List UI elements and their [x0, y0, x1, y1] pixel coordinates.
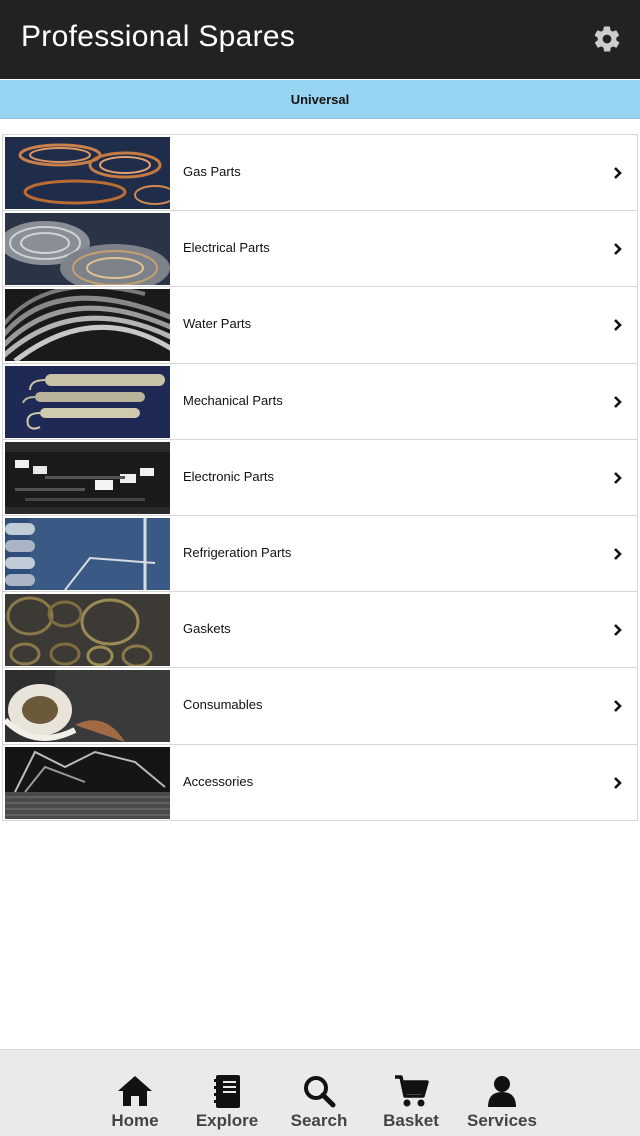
water-parts-thumbnail	[5, 289, 170, 362]
tab-basket[interactable]: Basket	[366, 1050, 456, 1136]
electronic-parts-thumbnail	[5, 441, 170, 514]
category-list: Gas Parts Electrical Parts Water Parts M…	[2, 134, 638, 821]
tab-label: Services	[467, 1111, 537, 1130]
tab-label: Explore	[195, 1111, 259, 1130]
gas-parts-thumbnail	[5, 137, 170, 209]
list-item-gas-parts[interactable]: Gas Parts	[3, 135, 637, 212]
chevron-right-icon	[614, 776, 622, 789]
tab-explore[interactable]: Explore	[182, 1050, 272, 1136]
chevron-right-icon	[614, 319, 622, 332]
bottom-tab-bar: Home Explore Search Basket Services	[0, 1049, 640, 1136]
settings-button[interactable]	[590, 22, 624, 56]
list-item-electronic-parts[interactable]: Electronic Parts	[3, 440, 637, 516]
tab-label: Search	[290, 1111, 348, 1130]
list-item-water-parts[interactable]: Water Parts	[3, 287, 637, 364]
app-title: Professional Spares	[21, 20, 296, 53]
search-icon	[304, 1076, 336, 1108]
tab-label: Home	[111, 1111, 159, 1130]
list-item-label: Gaskets	[183, 621, 231, 637]
tab-services[interactable]: Services	[457, 1050, 547, 1136]
list-item-label: Refrigeration Parts	[183, 544, 292, 560]
mechanical-parts-thumbnail	[5, 365, 170, 438]
consumables-thumbnail	[5, 670, 170, 743]
list-item-label: Electrical Parts	[183, 240, 270, 256]
chevron-right-icon	[614, 243, 622, 256]
tab-search[interactable]: Search	[274, 1050, 364, 1136]
chevron-right-icon	[614, 395, 622, 408]
list-item-label: Consumables	[183, 697, 263, 713]
app-screen: Professional Spares Universal Gas Parts …	[0, 0, 640, 1136]
chevron-right-icon	[614, 624, 622, 637]
app-header: Professional Spares	[0, 0, 640, 79]
list-item-refrigeration-parts[interactable]: Refrigeration Parts	[3, 516, 637, 593]
list-item-label: Gas Parts	[183, 164, 241, 179]
list-item-label: Electronic Parts	[183, 468, 275, 484]
electrical-parts-thumbnail	[5, 213, 170, 286]
chevron-right-icon	[614, 167, 622, 179]
chevron-right-icon	[614, 700, 622, 713]
gear-icon	[594, 26, 620, 52]
user-icon	[488, 1076, 516, 1107]
tab-home[interactable]: Home	[90, 1050, 180, 1136]
segment-universal[interactable]: Universal	[0, 80, 640, 119]
list-item-mechanical-parts[interactable]: Mechanical Parts	[3, 364, 637, 440]
list-item-accessories[interactable]: Accessories	[3, 745, 637, 821]
list-item-label: Accessories	[183, 773, 254, 789]
home-icon	[118, 1076, 152, 1106]
list-item-consumables[interactable]: Consumables	[3, 668, 637, 745]
cart-icon	[395, 1075, 429, 1107]
chevron-right-icon	[614, 471, 622, 484]
list-item-gaskets[interactable]: Gaskets	[3, 592, 637, 669]
list-item-electrical-parts[interactable]: Electrical Parts	[3, 211, 637, 288]
accessories-thumbnail	[5, 746, 170, 819]
refrigeration-parts-thumbnail	[5, 517, 170, 590]
book-icon	[214, 1075, 240, 1108]
gaskets-thumbnail	[5, 594, 170, 667]
tab-label: Basket	[383, 1111, 439, 1130]
list-item-label: Mechanical Parts	[183, 392, 283, 408]
list-item-label: Water Parts	[183, 316, 252, 332]
segment-label: Universal	[290, 92, 350, 107]
chevron-right-icon	[614, 548, 622, 560]
